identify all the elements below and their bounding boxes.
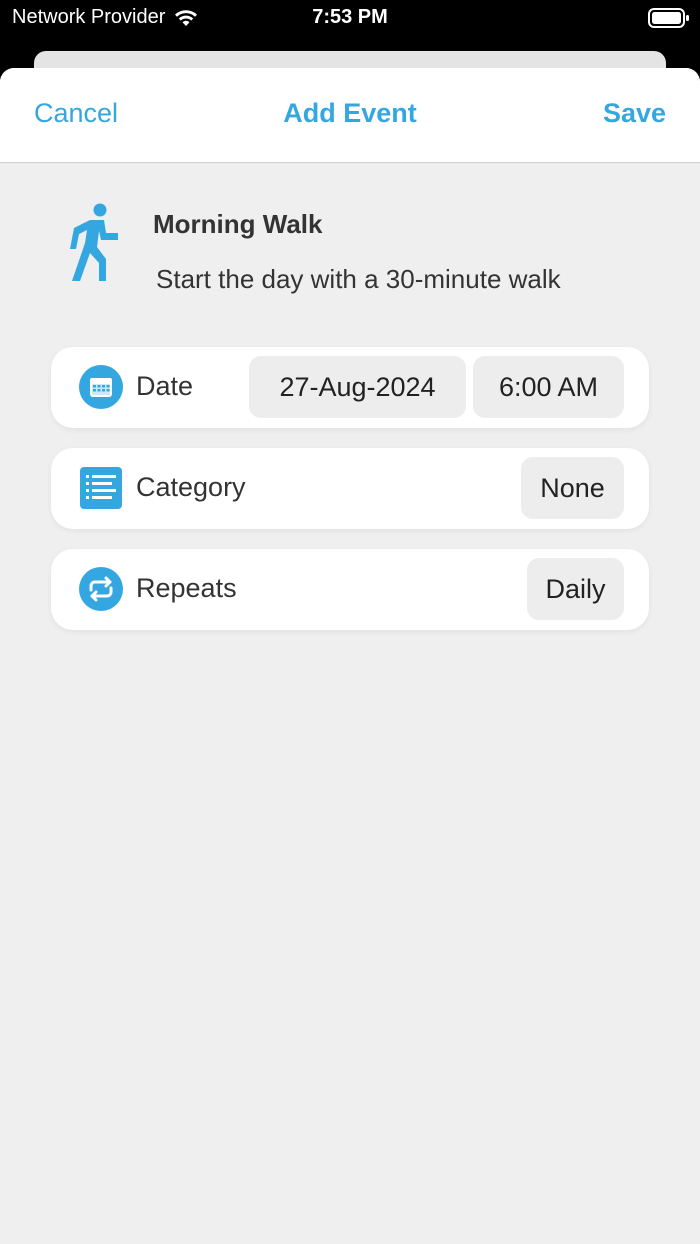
category-label: Category [136, 472, 246, 502]
repeats-picker-button[interactable]: Daily [527, 558, 624, 620]
status-bar: Network Provider 7:53 PM [0, 0, 700, 40]
screen: Network Provider 7:53 PM Cancel Add Even… [0, 0, 700, 1244]
category-row: Category None [51, 448, 649, 529]
status-time: 7:53 PM [312, 6, 388, 28]
date-picker-button[interactable]: 27-Aug-2024 [249, 356, 466, 418]
category-picker-button[interactable]: None [521, 457, 624, 519]
calendar-icon [79, 365, 123, 409]
repeat-icon [79, 567, 123, 611]
event-subtitle: Start the day with a 30-minute walk [156, 264, 561, 294]
time-picker-button[interactable]: 6:00 AM [473, 356, 624, 418]
repeats-row: Repeats Daily [51, 549, 649, 630]
walking-person-icon [70, 203, 118, 281]
cancel-button[interactable]: Cancel [34, 98, 118, 129]
date-row: Date 27-Aug-2024 6:00 AM [51, 347, 649, 428]
event-title: Morning Walk [153, 209, 323, 239]
save-button[interactable]: Save [603, 98, 666, 129]
list-icon [80, 467, 122, 509]
navigation-bar: Cancel Add Event Save [0, 68, 700, 163]
battery-icon [648, 8, 689, 28]
add-event-sheet: Cancel Add Event Save Morning Walk Start… [0, 68, 700, 1244]
repeats-label: Repeats [136, 573, 237, 603]
date-label: Date [136, 371, 194, 401]
